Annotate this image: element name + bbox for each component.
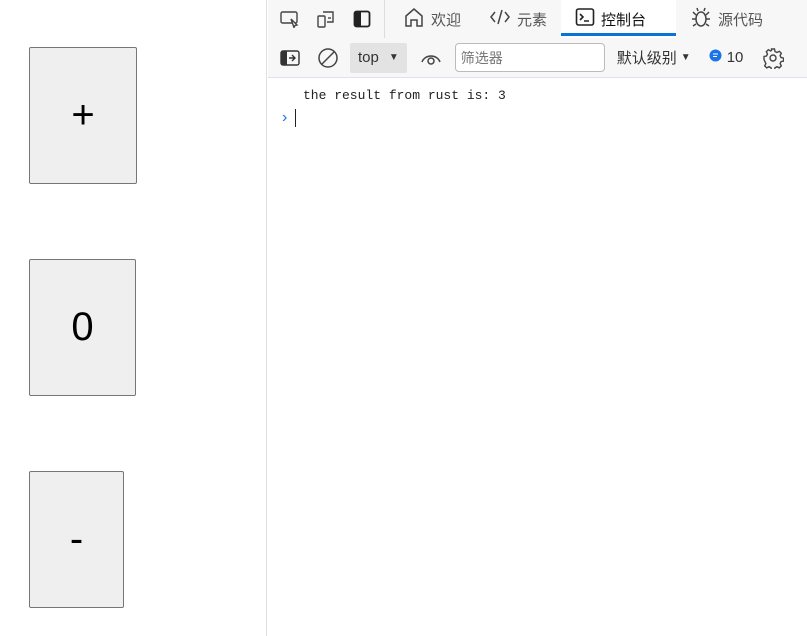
bug-icon bbox=[690, 6, 712, 32]
counter-display-button[interactable]: 0 bbox=[29, 259, 136, 396]
tab-label: 欢迎 bbox=[431, 11, 462, 29]
tab-console[interactable]: 控制台 bbox=[561, 0, 677, 38]
tab-label: 控制台 bbox=[601, 11, 647, 29]
inspect-icon[interactable] bbox=[272, 0, 308, 38]
console-prompt[interactable]: › bbox=[268, 103, 807, 127]
log-level-label: 默认级别 bbox=[616, 50, 677, 67]
settings-gear-icon[interactable] bbox=[755, 39, 791, 77]
divider bbox=[384, 0, 385, 38]
tab-label: 元素 bbox=[517, 11, 548, 29]
message-icon bbox=[709, 49, 722, 66]
clear-console-icon[interactable] bbox=[310, 39, 346, 77]
text-caret bbox=[295, 109, 297, 127]
message-count[interactable]: 10 bbox=[709, 49, 744, 66]
console-toolbar: top▼ 默认级别▼ 10 bbox=[268, 38, 807, 78]
message-count-value: 10 bbox=[726, 49, 744, 66]
tab-elements[interactable]: 元素 bbox=[475, 0, 561, 38]
home-icon bbox=[403, 6, 425, 32]
decrement-button[interactable]: - bbox=[29, 471, 124, 608]
show-sidebar-icon[interactable] bbox=[274, 39, 306, 77]
code-icon bbox=[489, 7, 511, 31]
filter-input[interactable] bbox=[454, 43, 605, 72]
increment-button[interactable]: + bbox=[29, 47, 137, 184]
tab-label: 源代码 bbox=[718, 11, 764, 29]
prompt-chevron-icon: › bbox=[282, 109, 288, 126]
page-viewport: + 0 - bbox=[0, 0, 267, 636]
dock-sidebar-icon[interactable] bbox=[344, 0, 380, 38]
console-message: the result from rust is: 3 bbox=[303, 88, 506, 103]
tab-sources[interactable]: 源代码 bbox=[676, 0, 777, 38]
live-expression-eye-icon[interactable] bbox=[411, 39, 451, 77]
caret-down-icon: ▼ bbox=[388, 52, 399, 63]
caret-down-icon: ▼ bbox=[680, 52, 691, 63]
device-emulation-icon[interactable] bbox=[308, 0, 344, 38]
context-label: top bbox=[358, 49, 379, 66]
console-icon bbox=[575, 7, 595, 31]
tab-welcome[interactable]: 欢迎 bbox=[389, 0, 475, 38]
devtools-tabbar: 欢迎 元素 控制台 源代码 bbox=[268, 0, 807, 38]
context-selector[interactable]: top ▼ bbox=[350, 42, 407, 73]
log-level-dropdown[interactable]: 默认级别 ▼ bbox=[617, 47, 691, 68]
devtools-panel: 欢迎 元素 控制台 源代码 top▼ 默认级别▼ 10 the result f… bbox=[268, 0, 807, 636]
